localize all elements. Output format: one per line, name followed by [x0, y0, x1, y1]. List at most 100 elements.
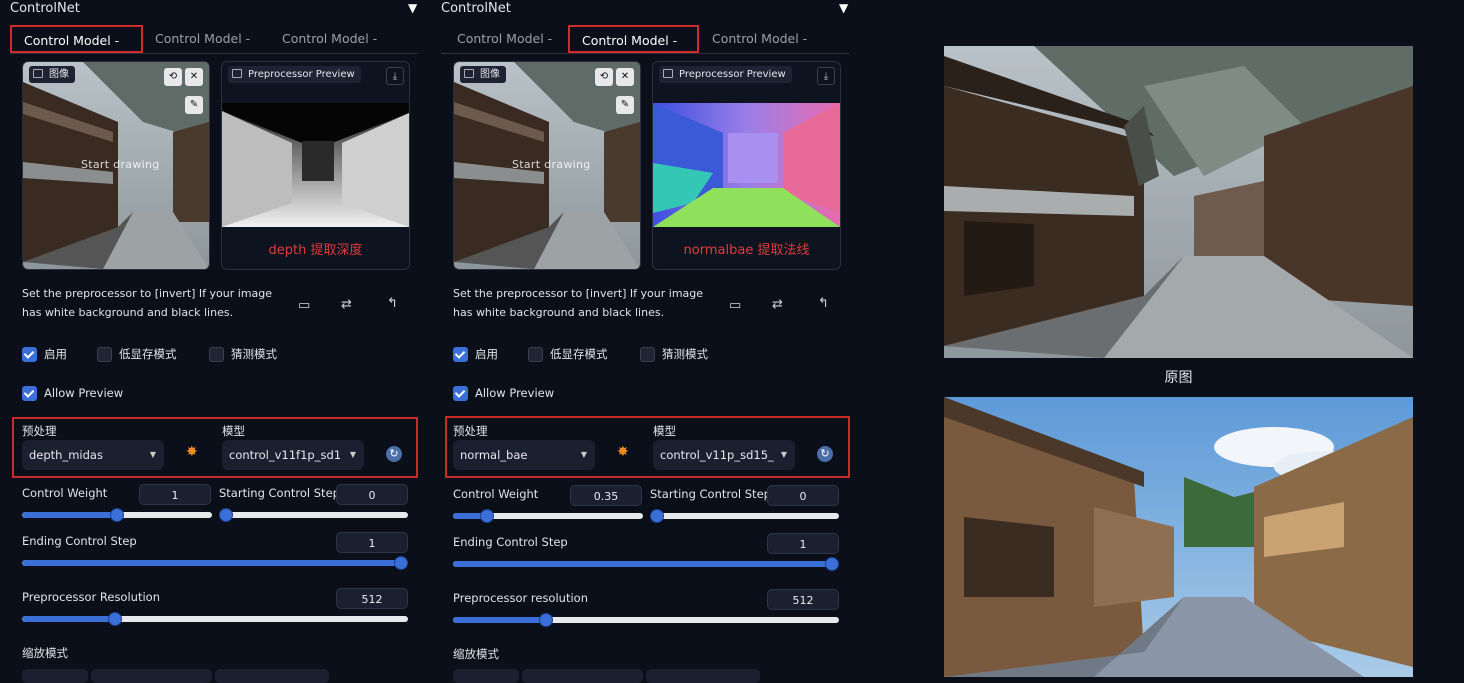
- upload-arrow-icon[interactable]: ↰: [387, 296, 398, 311]
- preprocessor-resolution-input[interactable]: 512: [336, 588, 408, 609]
- ending-step-slider[interactable]: [453, 557, 839, 571]
- control-weight-input[interactable]: 1: [139, 484, 211, 505]
- invert-note: Set the preprocessor to [invert] If your…: [22, 287, 273, 319]
- ending-step-slider[interactable]: [22, 556, 408, 570]
- model-select[interactable]: control_v11f1p_sd1 ▼: [222, 440, 364, 470]
- slider-thumb[interactable]: [394, 556, 408, 570]
- controlnet-panel-1: ControlNet ▼ Control Model - 0 Control M…: [431, 0, 861, 683]
- explosion-icon[interactable]: ✸: [186, 444, 198, 460]
- tab-divider: [10, 53, 418, 54]
- preprocessor-resolution-slider[interactable]: [22, 612, 408, 626]
- control-weight-slider[interactable]: [453, 509, 643, 523]
- original-caption: 原图: [1164, 370, 1193, 386]
- starting-step-input[interactable]: 0: [767, 485, 839, 506]
- model-value: control_v11p_sd15_: [660, 448, 774, 462]
- image-icon: [663, 68, 673, 78]
- slider-fill: [453, 561, 839, 567]
- refresh-icon[interactable]: ↻: [817, 446, 833, 462]
- resize-mode-option[interactable]: [215, 669, 329, 683]
- refresh-icon[interactable]: ↻: [386, 446, 402, 462]
- chevron-down-icon: ▼: [149, 450, 156, 459]
- undo-icon[interactable]: ⟲: [164, 68, 182, 86]
- preprocessor-resolution-input[interactable]: 512: [767, 589, 839, 610]
- ending-step-label: Ending Control Step: [453, 535, 568, 549]
- close-icon[interactable]: ✕: [185, 68, 203, 86]
- slider-thumb[interactable]: [219, 508, 233, 522]
- tab-control-model-2[interactable]: Control Model - 2: [700, 25, 825, 74]
- download-icon[interactable]: ⤓: [817, 67, 835, 85]
- camera-icon[interactable]: ▭: [729, 298, 741, 313]
- swap-icon[interactable]: ⇄: [772, 297, 783, 312]
- brush-icon[interactable]: ✎: [185, 96, 203, 114]
- controlnet-panel-0: ControlNet ▼ Control Model - 0 Control M…: [0, 0, 420, 683]
- preprocessor-select[interactable]: depth_midas ▼: [22, 440, 164, 470]
- tab-control-model-1[interactable]: Control Model - 1: [568, 25, 699, 76]
- resize-mode-option[interactable]: [522, 669, 643, 683]
- chevron-down-icon: ▼: [349, 450, 356, 459]
- brush-icon[interactable]: ✎: [616, 96, 634, 114]
- ending-step-input[interactable]: 1: [336, 532, 408, 553]
- preprocessor-preview: Preprocessor Preview ⤓ depth 提取深度: [221, 61, 410, 270]
- tab-control-model-0[interactable]: Control Model - 0: [445, 25, 570, 74]
- slider-thumb[interactable]: [480, 509, 495, 523]
- upload-arrow-icon[interactable]: ↰: [818, 296, 829, 311]
- preprocessor-value: normal_bae: [460, 448, 528, 462]
- starting-step-slider[interactable]: [650, 509, 839, 523]
- ending-step-input[interactable]: 1: [767, 533, 839, 554]
- enable-checkbox[interactable]: 启用: [453, 346, 498, 362]
- close-icon[interactable]: ✕: [616, 68, 634, 86]
- slider-thumb[interactable]: [538, 613, 553, 627]
- chevron-down-icon: ▼: [580, 450, 587, 459]
- invert-note: Set the preprocessor to [invert] If your…: [453, 287, 704, 319]
- generated-anime-street-image: [944, 397, 1413, 677]
- panel-title: ControlNet: [441, 1, 511, 16]
- preview-label: Preprocessor Preview: [659, 66, 792, 83]
- image-label: 图像: [460, 66, 506, 83]
- guess-mode-checkbox[interactable]: 猜测模式: [209, 346, 277, 362]
- slider-thumb[interactable]: [107, 612, 122, 626]
- slider-thumb[interactable]: [825, 557, 839, 571]
- control-weight-input[interactable]: 0.35: [570, 485, 642, 506]
- download-icon[interactable]: ⤓: [386, 67, 404, 85]
- collapse-icon[interactable]: ▼: [408, 1, 417, 15]
- start-drawing-hint: Start drawing: [512, 158, 591, 171]
- control-weight-label: Control Weight: [22, 486, 108, 500]
- low-vram-checkbox[interactable]: 低显存模式: [97, 346, 177, 362]
- control-weight-label: Control Weight: [453, 487, 539, 501]
- starting-step-input[interactable]: 0: [336, 484, 408, 505]
- preprocessor-resolution-label: Preprocessor Resolution: [22, 590, 160, 604]
- preview-label-text: Preprocessor Preview: [248, 69, 355, 80]
- resize-mode-option[interactable]: [22, 669, 88, 683]
- model-select[interactable]: control_v11p_sd15_ ▼: [653, 440, 795, 470]
- image-canvas[interactable]: 图像 ⟲ ✕ ✎ Start drawing: [453, 61, 641, 270]
- allow-preview-checkbox[interactable]: Allow Preview: [22, 385, 123, 401]
- preprocessor-select[interactable]: normal_bae ▼: [453, 440, 595, 470]
- guess-mode-checkbox[interactable]: 猜测模式: [640, 346, 708, 362]
- slider-thumb[interactable]: [650, 509, 664, 523]
- control-weight-slider[interactable]: [22, 508, 212, 522]
- collapse-icon[interactable]: ▼: [839, 1, 848, 15]
- normal-map-image: [653, 103, 840, 227]
- preprocessor-resolution-slider[interactable]: [453, 613, 839, 627]
- starting-step-slider[interactable]: [219, 508, 408, 522]
- explosion-icon[interactable]: ✸: [617, 444, 629, 460]
- slider-thumb[interactable]: [110, 508, 124, 522]
- image-label-text: 图像: [480, 69, 500, 80]
- tab-control-model-0[interactable]: Control Model - 0: [10, 25, 143, 76]
- enable-checkbox[interactable]: 启用: [22, 346, 67, 362]
- allow-preview-checkbox[interactable]: Allow Preview: [453, 385, 554, 401]
- swap-icon[interactable]: ⇄: [341, 297, 352, 312]
- preview-caption: normalbae 提取法线: [683, 243, 810, 258]
- tab-control-model-1[interactable]: Control Model - 1: [143, 25, 268, 74]
- panel-title: ControlNet: [10, 1, 80, 16]
- image-icon: [33, 68, 43, 78]
- image-icon: [232, 68, 242, 78]
- camera-icon[interactable]: ▭: [298, 298, 310, 313]
- resize-mode-option[interactable]: [646, 669, 760, 683]
- resize-mode-option[interactable]: [453, 669, 519, 683]
- resize-mode-option[interactable]: [91, 669, 212, 683]
- image-canvas[interactable]: 图像 ⟲ ✕ ✎ Start drawing: [22, 61, 210, 270]
- tab-control-model-2[interactable]: Control Model - 2: [270, 25, 395, 74]
- undo-icon[interactable]: ⟲: [595, 68, 613, 86]
- low-vram-checkbox[interactable]: 低显存模式: [528, 346, 608, 362]
